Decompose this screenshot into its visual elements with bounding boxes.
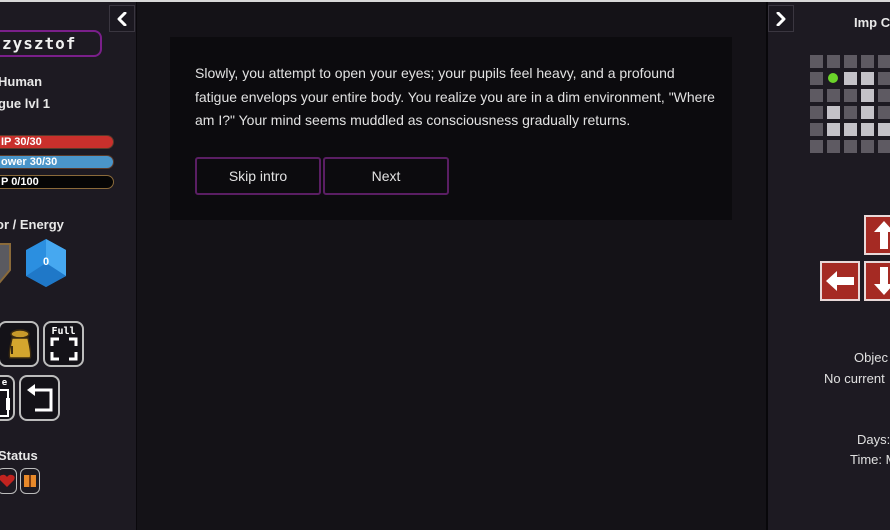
move-left-button[interactable] [820, 261, 860, 301]
fullscreen-button[interactable]: Full [43, 321, 84, 367]
bag-icon [8, 329, 31, 359]
willpower-bar: ower 30/30 [0, 155, 114, 169]
map-cell-unexplored [810, 55, 823, 68]
back-button[interactable] [19, 375, 60, 421]
arrow-left-icon [826, 271, 854, 291]
intro-text: Slowly, you attempt to open your eyes; y… [195, 65, 715, 128]
map-cell-explored [844, 72, 857, 85]
character-name[interactable]: zysztof [0, 30, 102, 57]
objective-value: No current [824, 371, 885, 386]
map-cell-unexplored [878, 72, 890, 85]
character-class-level: gue lvl 1 [0, 96, 51, 111]
skip-intro-button[interactable]: Skip intro [195, 157, 321, 195]
chevron-left-icon [117, 11, 127, 26]
status-book[interactable] [20, 468, 40, 494]
location-title: Imp C [854, 15, 890, 30]
hp-bar: IP 30/30 [0, 135, 114, 149]
save-icon [0, 388, 10, 417]
map-cell-explored [827, 123, 840, 136]
map-cell-explored [861, 123, 874, 136]
map-cell-unexplored [861, 140, 874, 153]
intro-dialog: Slowly, you attempt to open your eyes; y… [170, 37, 732, 220]
map-cell-explored [827, 106, 840, 119]
status-title: Status [0, 448, 38, 463]
map-cell-explored [878, 123, 890, 136]
move-up-button[interactable] [864, 215, 890, 255]
character-panel: zysztof Human gue lvl 1 IP 30/30 ower 30… [0, 2, 137, 530]
map-cell-unexplored [844, 55, 857, 68]
map-cell-unexplored [827, 89, 840, 102]
armor-energy-title: or / Energy [0, 217, 64, 232]
save-label: e [1, 377, 8, 388]
map-cell-unexplored [844, 106, 857, 119]
time-label: Time: M [850, 452, 890, 467]
return-arrow-icon [26, 384, 52, 412]
inventory-button[interactable] [0, 321, 39, 367]
shield-icon [0, 243, 11, 284]
move-down-button[interactable] [864, 261, 890, 301]
map-cell-unexplored [810, 123, 823, 136]
map-cell-unexplored [810, 89, 823, 102]
fullscreen-label: Full [51, 326, 76, 337]
status-heart[interactable] [0, 468, 17, 494]
map-cell-unexplored [827, 140, 840, 153]
main-area: Slowly, you attempt to open your eyes; y… [137, 2, 766, 530]
xp-bar: P 0/100 [0, 175, 114, 189]
fullscreen-icon [50, 337, 77, 361]
map-cell-explored [861, 72, 874, 85]
objective-label: Objec [854, 350, 888, 365]
map-cell-unexplored [878, 106, 890, 119]
next-button[interactable]: Next [323, 157, 449, 195]
map-panel: Imp C Objec No current Days: Time: M [766, 2, 890, 530]
book-icon [24, 475, 36, 487]
player-marker [828, 73, 838, 83]
chevron-right-icon [776, 11, 786, 26]
map-cell-unexplored [878, 89, 890, 102]
map-cell-explored [861, 106, 874, 119]
map-cell-unexplored [844, 89, 857, 102]
heart-icon [0, 474, 15, 487]
map-cell-unexplored [810, 140, 823, 153]
days-label: Days: [857, 432, 890, 447]
map-cell-explored [861, 89, 874, 102]
energy-value: 0 [42, 256, 50, 268]
map-cell-unexplored [878, 55, 890, 68]
map-cell-unexplored [827, 55, 840, 68]
save-button[interactable]: e [0, 375, 15, 421]
collapse-panel-button[interactable] [109, 5, 135, 32]
arrow-down-icon [874, 267, 890, 295]
arrow-up-icon [874, 221, 890, 249]
map-cell-unexplored [861, 55, 874, 68]
map-cell-unexplored [844, 140, 857, 153]
map-cell-unexplored [878, 140, 890, 153]
map-cell-unexplored [810, 72, 823, 85]
expand-panel-button[interactable] [768, 5, 794, 32]
character-race: Human [0, 74, 43, 89]
map-cell-unexplored [810, 106, 823, 119]
map-cell-explored [844, 123, 857, 136]
